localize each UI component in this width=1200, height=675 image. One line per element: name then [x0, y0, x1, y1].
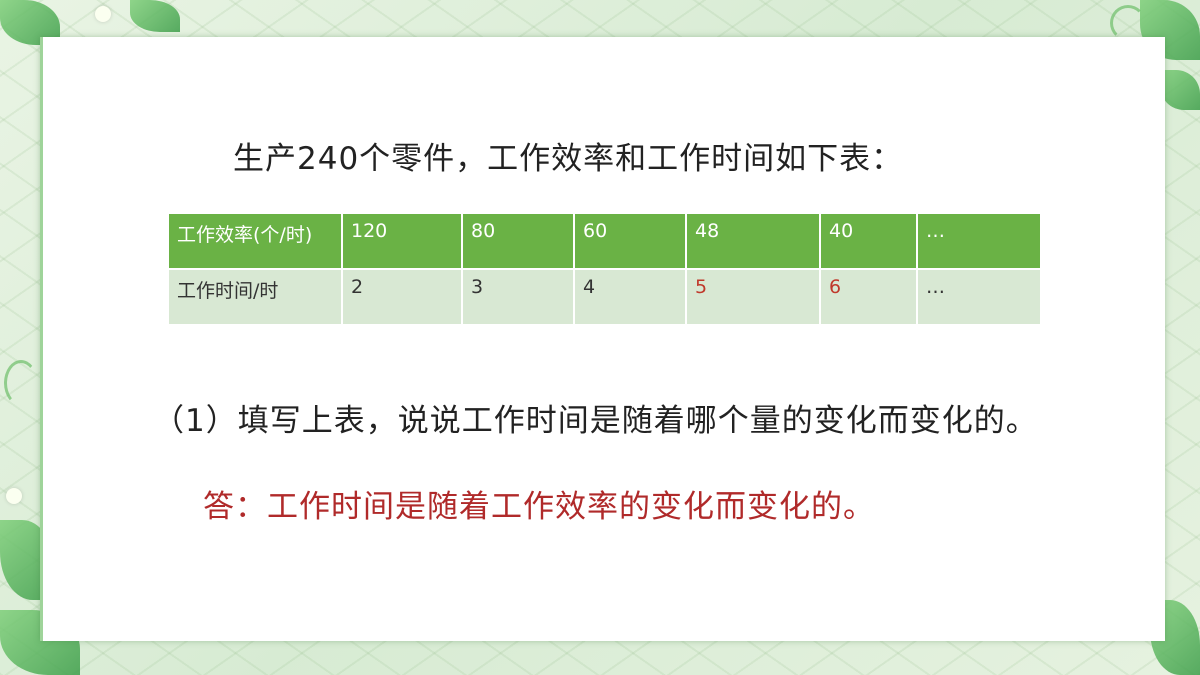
table-cell: 80 — [463, 214, 573, 268]
slide-card: 生产240个零件，工作效率和工作时间如下表： 工作效率(个/时) 120 80 … — [40, 37, 1165, 641]
table-cell-filled: 5 — [687, 270, 819, 324]
row-header-efficiency: 工作效率(个/时) — [169, 214, 341, 268]
answer-text: 答：工作时间是随着工作效率的变化而变化的。 — [203, 489, 875, 525]
table-cell: 40 — [821, 214, 916, 268]
table-cell: 120 — [343, 214, 461, 268]
table-cell: 48 — [687, 214, 819, 268]
table-row: 工作效率(个/时) 120 80 60 48 40 … — [169, 214, 1040, 268]
table-cell: 3 — [463, 270, 573, 324]
table-cell: … — [918, 270, 1040, 324]
problem-intro: 生产240个零件，工作效率和工作时间如下表： — [233, 141, 904, 177]
work-table: 工作效率(个/时) 120 80 60 48 40 … 工作时间/时 2 3 4… — [167, 212, 1042, 326]
flower-icon — [95, 6, 111, 22]
vine-decoration-icon — [4, 360, 38, 406]
row-header-time: 工作时间/时 — [169, 270, 341, 324]
table-row: 工作时间/时 2 3 4 5 6 … — [169, 270, 1040, 324]
table-cell: 4 — [575, 270, 685, 324]
table-cell: 60 — [575, 214, 685, 268]
table-cell-filled: 6 — [821, 270, 916, 324]
table-cell: … — [918, 214, 1040, 268]
question-text: （1）填写上表，说说工作时间是随着哪个量的变化而变化的。 — [153, 403, 1038, 439]
flower-icon — [6, 488, 22, 504]
table-cell: 2 — [343, 270, 461, 324]
vine-decoration-icon — [1110, 5, 1146, 41]
